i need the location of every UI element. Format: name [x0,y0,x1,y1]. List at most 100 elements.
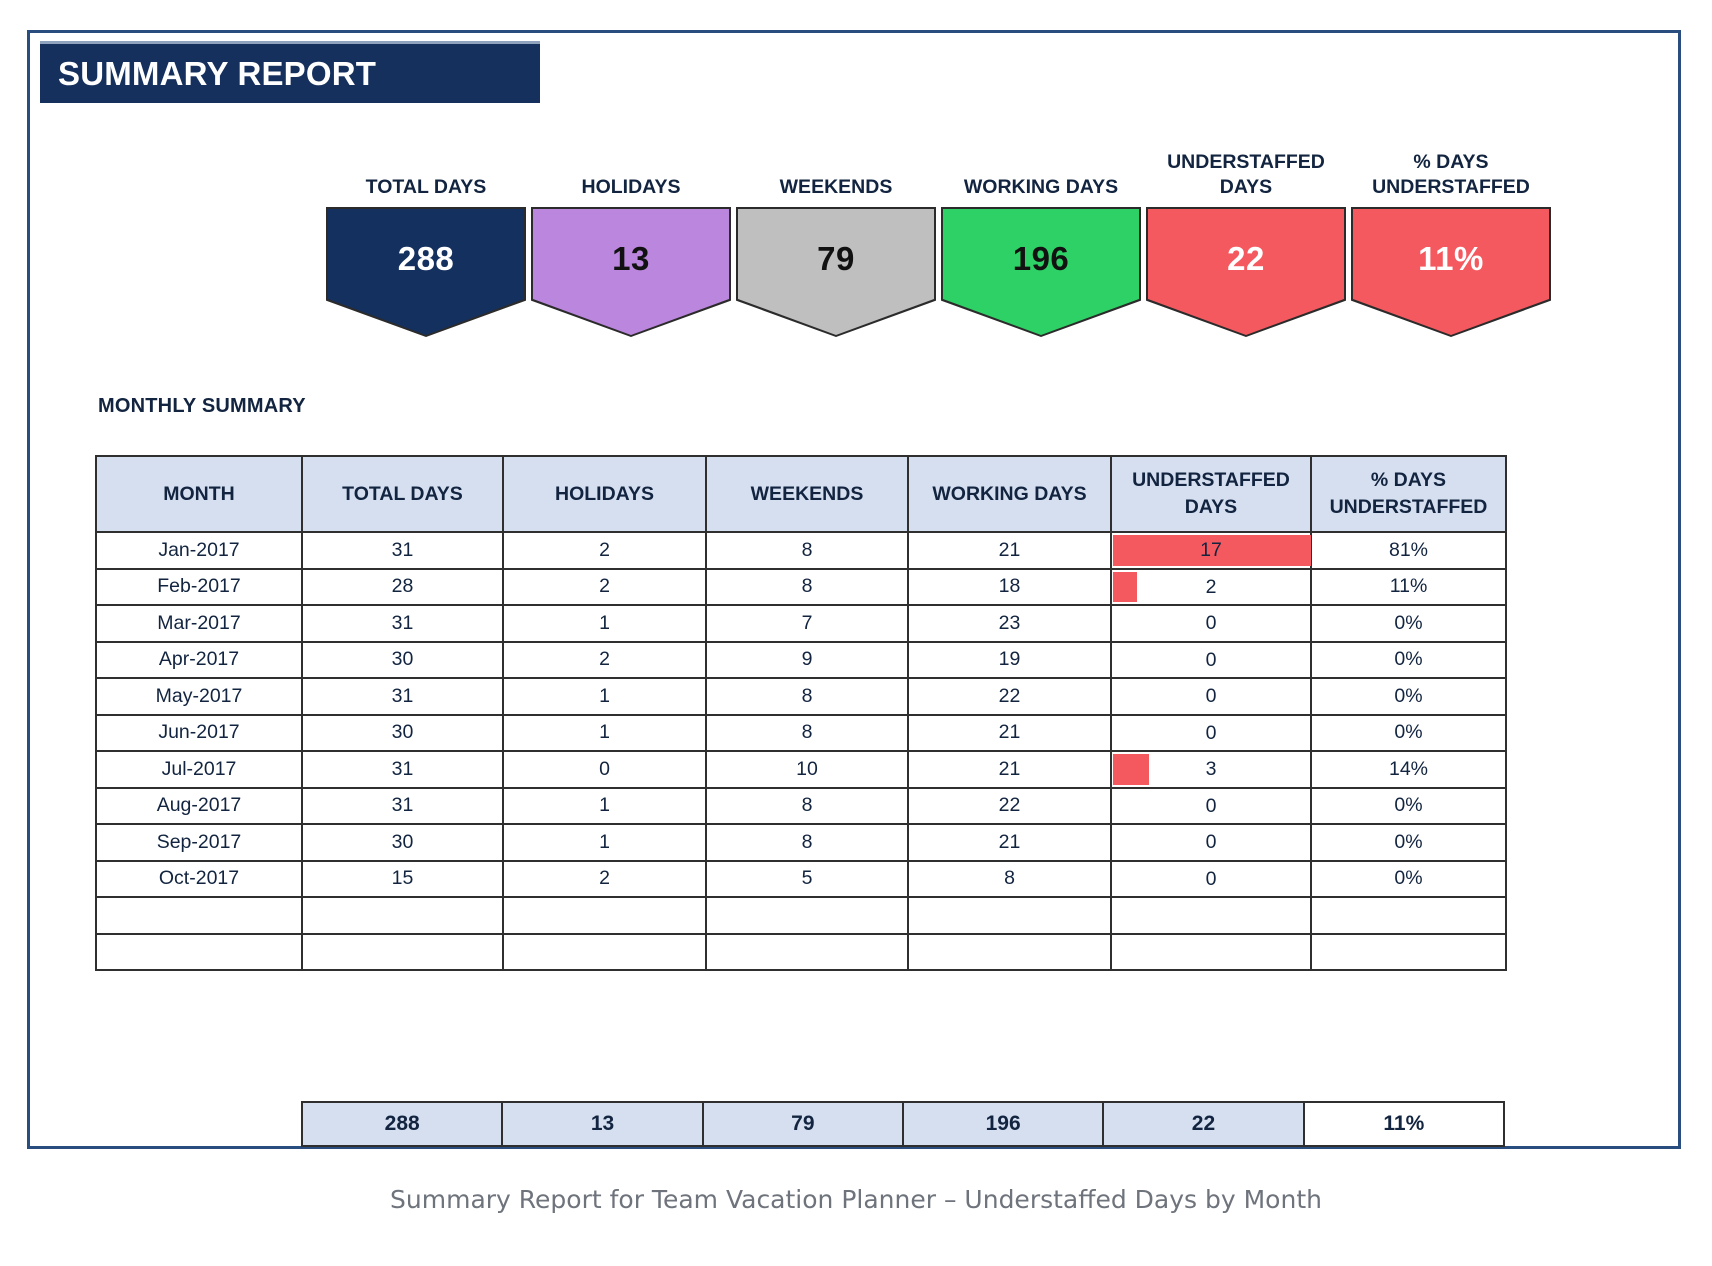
table-body: Jan-2017 31 2 8 21 17 81% Feb-2017 28 2 8 18 2 11% Mar… [95,531,1507,971]
column-header-4: WEEKENDS [705,455,909,533]
monthly-summary-table: MONTH TOTAL DAYS HOLIDAYS WEEKENDS WORKING D… [95,455,1507,971]
column-header-2: TOTAL DAYS [301,455,504,533]
summary-report-page: SUMMARY REPORT TOTAL DAYS 288 HOLIDAYS 13 WE… [0,0,1712,1266]
cell-holidays: 1 [502,713,707,752]
kpi-label: TOTAL DAYS [365,176,487,199]
cell-total_days: 31 [301,677,504,716]
cell-month: Jul-2017 [95,750,303,789]
cell-pct_understaffed: 0% [1310,677,1507,716]
kpi-value: 288 [397,240,455,277]
understaffed-days-cell: 0 [1110,713,1312,752]
cell-value: 17 [1200,539,1222,562]
cell-holidays: 1 [502,786,707,825]
cell-month: Jan-2017 [95,531,303,570]
cell-working_days: 21 [907,823,1112,862]
cell-holidays: 2 [502,640,707,679]
understaffed-days-cell: 0 [1110,604,1312,643]
cell-working_days: 19 [907,640,1112,679]
cell-value: 0 [1205,794,1217,817]
kpi-card-6: % DAYS UNDERSTAFFED 11% [1351,129,1551,349]
figure-caption: Summary Report for Team Vacation Planner… [390,1185,1322,1214]
cell-value: 3 [1205,758,1217,781]
cell-month: Mar-2017 [95,604,303,643]
cell-holidays [502,932,707,971]
cell-pct_understaffed: 0% [1310,859,1507,898]
cell-total_days [301,896,504,935]
understaffed-days-cell [1110,932,1312,971]
kpi-shape: 79 [736,207,936,337]
table-row: May-2017 31 1 8 22 0 0% [95,677,1507,716]
cell-pct_understaffed: 0% [1310,823,1507,862]
cell-total_days [301,932,504,971]
cell-pct_understaffed: 0% [1310,786,1507,825]
column-header-6: UNDERSTAFFED DAYS [1110,455,1312,533]
kpi-shape: 13 [531,207,731,337]
cell-working_days [907,932,1112,971]
understaffed-days-cell [1110,896,1312,935]
table-row: Oct-2017 15 2 5 8 0 0% [95,859,1507,898]
kpi-value: 13 [612,240,650,277]
kpi-value: 79 [817,240,855,277]
cell-total_days: 28 [301,567,504,606]
cell-working_days: 21 [907,750,1112,789]
kpi-card-4: WORKING DAYS 196 [941,129,1141,349]
table-row: Jan-2017 31 2 8 21 17 81% [95,531,1507,570]
cell-value: 0 [1205,648,1217,671]
cell-weekends: 8 [705,713,909,752]
cell-holidays: 2 [502,531,707,570]
table-row-empty [95,932,1507,971]
column-header-7: % DAYS UNDERSTAFFED [1310,455,1507,533]
kpi-value: 11% [1418,240,1484,277]
page-title: SUMMARY REPORT [58,54,377,92]
understaffed-days-cell: 0 [1110,859,1312,898]
cell-total_days: 30 [301,640,504,679]
cell-weekends: 7 [705,604,909,643]
cell-working_days: 21 [907,531,1112,570]
cell-holidays: 2 [502,859,707,898]
report-title-banner: SUMMARY REPORT [40,41,540,103]
cell-month: Sep-2017 [95,823,303,862]
kpi-shape: 11% [1351,207,1551,337]
cell-month [95,896,303,935]
understaffed-days-cell: 0 [1110,677,1312,716]
cell-total_days: 31 [301,531,504,570]
column-header-5: WORKING DAYS [907,455,1112,533]
kpi-label: HOLIDAYS [581,176,681,199]
kpi-label: % DAYS UNDERSTAFFED [1372,150,1530,199]
table-row: Aug-2017 31 1 8 22 0 0% [95,786,1507,825]
table-row: Mar-2017 31 1 7 23 0 0% [95,604,1507,643]
cell-month: Feb-2017 [95,567,303,606]
cell-value: 0 [1205,685,1217,708]
cell-pct_understaffed: 14% [1310,750,1507,789]
cell-month: May-2017 [95,677,303,716]
cell-month: Jun-2017 [95,713,303,752]
cell-weekends: 8 [705,786,909,825]
cell-weekends [705,932,909,971]
cell-pct_understaffed: 0% [1310,604,1507,643]
cell-month: Oct-2017 [95,859,303,898]
column-header-1: MONTH [95,455,303,533]
cell-value: 0 [1205,612,1217,635]
cell-holidays: 1 [502,604,707,643]
kpi-label: WORKING DAYS [963,176,1119,199]
table-row: Feb-2017 28 2 8 18 2 11% [95,567,1507,606]
cell-working_days [907,896,1112,935]
total-cell-5: 22 [1102,1101,1305,1147]
cell-value: 2 [1205,575,1217,598]
kpi-card-1: TOTAL DAYS 288 [326,129,526,349]
kpi-value: 22 [1227,240,1265,277]
kpi-label: UNDERSTAFFED DAYS [1167,150,1325,199]
total-cell-1: 288 [300,1101,504,1147]
cell-weekends: 9 [705,640,909,679]
kpi-card-strip: TOTAL DAYS 288 HOLIDAYS 13 WEEKENDS 79 WORKING… [326,129,1551,349]
cell-working_days: 23 [907,604,1112,643]
understaffed-days-cell: 2 [1110,567,1312,606]
cell-pct_understaffed: 11% [1310,567,1507,606]
kpi-card-3: WEEKENDS 79 [736,129,936,349]
kpi-shape: 22 [1146,207,1346,337]
cell-weekends: 10 [705,750,909,789]
cell-month [95,932,303,971]
totals-row-wrapper: 288 13 79 196 22 11% [300,1101,1506,1147]
section-heading-monthly-summary: MONTHLY SUMMARY [98,395,306,417]
totals-table: 288 13 79 196 22 11% [300,1101,1506,1147]
